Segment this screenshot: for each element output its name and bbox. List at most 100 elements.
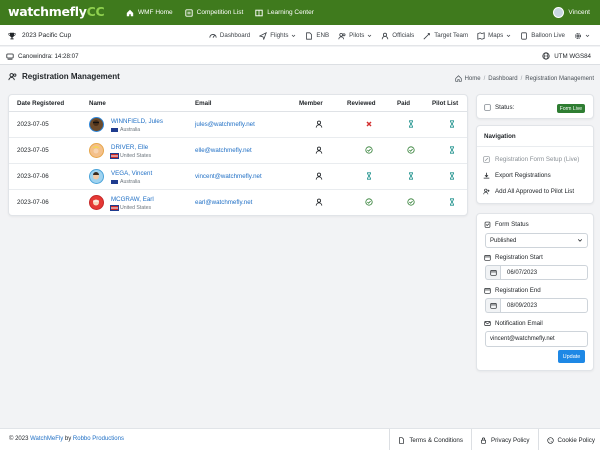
chevron-down-icon <box>291 33 296 38</box>
registration-start-input[interactable]: 06/07/2023 <box>485 265 588 280</box>
user-menu[interactable]: Vincent <box>553 0 590 25</box>
hourglass-icon <box>407 172 415 180</box>
subnav-enb[interactable]: ENB <box>305 31 329 40</box>
select-value: Published <box>490 238 517 244</box>
users-icon <box>338 32 346 40</box>
col-member[interactable]: Member <box>299 100 323 107</box>
cookie-icon <box>546 436 554 444</box>
breadcrumb-home[interactable]: Home <box>465 76 481 82</box>
brand-logo[interactable]: watchmeflyCC <box>8 4 105 19</box>
subnav-officials[interactable]: Officials <box>381 32 414 40</box>
location-clock: Canowindra: 14:28:07 <box>6 47 79 65</box>
download-icon <box>483 172 490 179</box>
users-icon <box>8 72 17 81</box>
date-value[interactable]: 08/09/2023 <box>500 298 588 313</box>
email-link[interactable]: earl@watchmefly.net <box>195 199 252 206</box>
date-value[interactable]: 06/07/2023 <box>500 265 588 280</box>
x-icon <box>365 120 373 128</box>
terms-link[interactable]: Terms & Conditions <box>389 429 463 450</box>
col-date[interactable]: Date Registered <box>17 100 64 107</box>
email-link[interactable]: elle@watchmefly.net <box>195 147 252 154</box>
subnav-pilots[interactable]: Pilots <box>338 32 372 40</box>
form-status-select[interactable]: Published <box>485 233 588 248</box>
nav-label: WMF Home <box>138 9 173 16</box>
document-icon <box>398 436 405 444</box>
subnav-maps[interactable]: Maps <box>477 31 511 40</box>
company-link[interactable]: Robbo Productions <box>73 436 124 442</box>
breadcrumb: Home / Dashboard / Registration Manageme… <box>454 75 594 82</box>
nav-item-label: Add All Approved to Pilot List <box>495 188 575 195</box>
email-link[interactable]: jules@watchmefly.net <box>195 121 255 128</box>
officials-icon <box>381 32 389 40</box>
nav-wmf-home[interactable]: WMF Home <box>126 9 173 17</box>
pilot-country: Australia <box>111 127 140 133</box>
page-title: Registration Management <box>22 72 120 81</box>
subnav-label: Officials <box>392 32 415 39</box>
pilot-name-link[interactable]: VEGA, Vincent <box>111 170 152 177</box>
nav-add-approved-pilots[interactable]: Add All Approved to Pilot List <box>483 188 574 195</box>
navigation-title: Navigation <box>484 133 516 140</box>
table-row[interactable]: 2023-07-05 DRIVER, Elle United States el… <box>9 138 467 164</box>
calendar-icon[interactable] <box>485 298 500 313</box>
notification-email-input[interactable]: vincent@watchmefly.net <box>485 331 588 347</box>
registrations-table: Date Registered Name Email Member Review… <box>8 94 468 216</box>
pilot-country: United States <box>110 204 151 212</box>
pilot-name-link[interactable]: WINNFIELD, Jules <box>111 118 163 125</box>
table-row[interactable]: 2023-07-06 MCGRAW, Earl United States ea… <box>9 190 467 216</box>
pilot-avatar <box>89 117 104 132</box>
nav-registration-form-setup[interactable]: Registration Form Setup (Live) <box>483 156 579 163</box>
coordinate-system[interactable]: UTM WGS84 <box>542 47 591 65</box>
col-pilot-list[interactable]: Pilot List <box>432 100 458 107</box>
label-text: Notification Email <box>495 320 543 327</box>
table-row[interactable]: 2023-07-05 WINNFIELD, Jules Australia ju… <box>9 112 467 138</box>
subnav-dashboard[interactable]: Dashboard <box>209 32 250 40</box>
list-icon <box>184 8 193 17</box>
edit-icon <box>483 156 490 163</box>
brand-link[interactable]: WatchMeFly <box>30 436 63 442</box>
table-row[interactable]: 2023-07-06 VEGA, Vincent Australia vince… <box>9 164 467 190</box>
flag-usa-icon <box>110 204 119 212</box>
divider <box>477 146 593 147</box>
col-paid[interactable]: Paid <box>397 100 410 107</box>
clipboard-icon <box>484 221 491 228</box>
subnav-settings[interactable] <box>574 32 590 40</box>
update-button[interactable]: Update <box>558 350 585 363</box>
nav-export-registrations[interactable]: Export Registrations <box>483 172 551 179</box>
privacy-link[interactable]: Privacy Policy <box>470 429 530 450</box>
book-icon <box>255 9 263 17</box>
nav-competition-list[interactable]: Competition List <box>184 8 243 17</box>
dashboard-icon <box>209 32 217 40</box>
label-text: Form Status <box>495 221 529 228</box>
globe-icon <box>542 52 550 60</box>
form-status-label: Form Status <box>484 221 529 228</box>
subnav-flights[interactable]: Flights <box>259 31 296 40</box>
user-icon <box>315 198 323 206</box>
pilot-name-link[interactable]: DRIVER, Elle <box>111 144 148 151</box>
info-icon <box>484 104 491 111</box>
subnav-label: Flights <box>270 32 289 39</box>
subnav-balloon-live[interactable]: Balloon Live <box>520 31 565 40</box>
breadcrumb-dashboard[interactable]: Dashboard <box>488 76 517 82</box>
subnav-target-team[interactable]: Target Team <box>423 32 468 40</box>
hourglass-icon <box>448 198 456 206</box>
hourglass-icon <box>448 146 456 154</box>
nav-item-label: Export Registrations <box>495 172 551 179</box>
page-header: Registration Management <box>8 72 120 81</box>
col-reviewed[interactable]: Reviewed <box>347 100 376 107</box>
footer: © 2023 WatchMeFly by Robbo Productions T… <box>0 428 600 450</box>
cookie-link[interactable]: Cookie Policy <box>537 429 595 450</box>
date-cell: 2023-07-05 <box>17 147 49 154</box>
user-icon <box>315 172 323 180</box>
subnav-label: Maps <box>488 32 504 39</box>
calendar-icon[interactable] <box>485 265 500 280</box>
competition-bar: 2023 Pacific Cup Dashboard Flights ENB P… <box>0 25 600 46</box>
email-link[interactable]: vincent@watchmefly.net <box>195 173 262 180</box>
col-email[interactable]: Email <box>195 100 212 107</box>
info-bar: Canowindra: 14:28:07 UTM WGS84 <box>0 47 600 65</box>
hourglass-icon <box>448 120 456 128</box>
pilot-name-link[interactable]: MCGRAW, Earl <box>111 196 154 203</box>
nav-learning-center[interactable]: Learning Center <box>255 9 314 17</box>
col-name[interactable]: Name <box>89 100 106 107</box>
registration-end-input[interactable]: 08/09/2023 <box>485 298 588 313</box>
country-name: Australia <box>120 179 141 185</box>
